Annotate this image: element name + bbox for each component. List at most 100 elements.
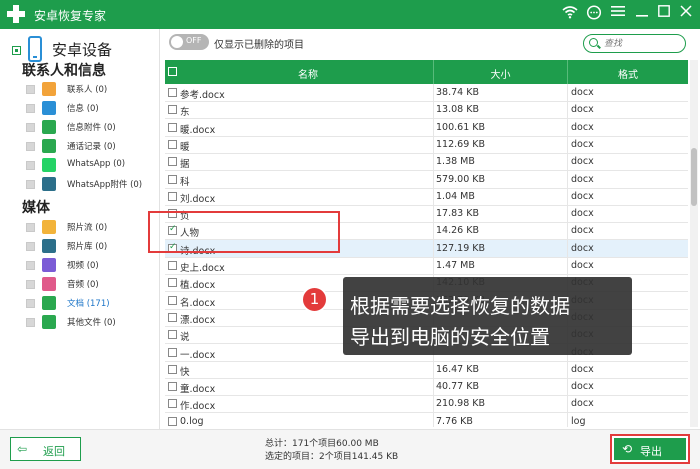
search-input[interactable] — [604, 37, 682, 50]
file-format: docx — [571, 208, 594, 220]
maximize-icon[interactable] — [655, 5, 673, 23]
table-row[interactable]: 东 13.08 KB docx — [165, 101, 688, 120]
row-checkbox[interactable] — [168, 261, 177, 270]
row-checkbox[interactable] — [168, 364, 177, 374]
callout-line-2: 导出到电脑的安全位置 — [350, 325, 550, 349]
app-logo-icon — [6, 4, 26, 24]
table-row[interactable]: 科 579.00 KB docx — [165, 170, 688, 189]
file-size: 1.47 MB — [436, 260, 475, 271]
column-divider — [433, 101, 434, 120]
file-name: 科 — [180, 176, 190, 188]
column-divider — [567, 395, 568, 414]
row-checkbox[interactable] — [168, 382, 177, 392]
row-checkbox[interactable] — [168, 330, 177, 340]
row-checkbox[interactable] — [168, 139, 177, 149]
sidebar-item-checkbox[interactable] — [26, 223, 35, 232]
select-all-checkbox[interactable] — [168, 67, 177, 76]
sidebar-item-checkbox[interactable] — [26, 261, 35, 270]
table-row[interactable]: 0.log 7.76 KB log — [165, 412, 688, 427]
table-row[interactable]: 快 16.47 KB docx — [165, 360, 688, 379]
table-row[interactable]: 暖 112.69 KB docx — [165, 135, 688, 154]
device-checkbox[interactable] — [12, 46, 21, 55]
sidebar-item[interactable]: WhatsApp (0) — [26, 157, 156, 175]
sidebar: 安卓设备 联系人和信息 联系人 (0) 信息 (0) 信息附件 (0) 通话记录 (0… — [0, 29, 160, 429]
sidebar-item-checkbox[interactable] — [26, 299, 35, 308]
menu-icon[interactable] — [609, 5, 627, 23]
sidebar-item[interactable]: 照片库 (0) — [26, 238, 156, 256]
table-row[interactable]: 参考.docx 38.74 KB docx — [165, 84, 688, 102]
row-checkbox[interactable] — [168, 105, 177, 115]
sidebar-item-checkbox[interactable] — [26, 123, 35, 132]
vertical-scrollbar[interactable] — [690, 60, 698, 427]
column-format[interactable]: 格式 — [568, 66, 688, 81]
row-checkbox[interactable] — [168, 157, 177, 167]
table-row[interactable]: 童.docx 40.77 KB docx — [165, 378, 688, 397]
scrollbar-thumb[interactable] — [691, 148, 697, 206]
file-format: docx — [571, 242, 594, 254]
column-name[interactable]: 名称 — [183, 66, 433, 81]
close-icon[interactable] — [677, 5, 695, 23]
sidebar-item[interactable]: 信息附件 (0) — [26, 119, 156, 137]
file-name: 刘.docx — [180, 193, 216, 205]
sidebar-item[interactable]: 照片流 (0) — [26, 219, 156, 237]
file-format: docx — [571, 156, 594, 168]
row-checkbox[interactable] — [168, 416, 177, 426]
file-size: 16.47 KB — [436, 363, 479, 375]
row-checkbox[interactable] — [168, 312, 177, 322]
row-checkbox[interactable] — [168, 295, 177, 305]
row-checkbox[interactable] — [168, 174, 177, 184]
table-row[interactable]: 据 1.38 MB docx — [165, 153, 688, 172]
sidebar-item[interactable]: 视频 (0) — [26, 257, 156, 275]
row-checkbox[interactable] — [168, 88, 177, 97]
sidebar-item[interactable]: 音频 (0) — [26, 276, 156, 294]
back-button[interactable]: ⇦ 返回 — [10, 437, 81, 461]
selected-summary: 选定的项目：2个项目141.45 KB — [265, 452, 399, 462]
column-divider — [567, 222, 568, 241]
sidebar-item-checkbox[interactable] — [26, 280, 35, 289]
file-table: 参考.docx 38.74 KB docx 东 13.08 KB docx 暖.docx 10… — [165, 84, 688, 427]
chat-icon[interactable] — [585, 5, 603, 23]
file-size: 40.77 KB — [436, 381, 479, 393]
sidebar-item-checkbox[interactable] — [26, 85, 35, 94]
minimize-icon[interactable] — [633, 5, 651, 23]
file-name: 暖 — [180, 141, 190, 153]
row-checkbox[interactable] — [168, 347, 177, 357]
sidebar-item-checkbox[interactable] — [26, 161, 35, 170]
table-row[interactable]: 史上.docx 1.47 MB docx — [165, 257, 688, 275]
section-title-contacts: 联系人和信息 — [22, 63, 106, 79]
table-row[interactable]: 刘.docx 1.04 MB docx — [165, 187, 688, 206]
search-icon — [589, 38, 598, 47]
export-button[interactable]: ⟲ 导出 — [610, 434, 690, 464]
sidebar-item[interactable]: 信息 (0) — [26, 100, 156, 118]
sidebar-item[interactable]: 其他文件 (0) — [26, 314, 156, 332]
sidebar-item-checkbox[interactable] — [26, 318, 35, 327]
column-size[interactable]: 大小 — [434, 66, 567, 81]
sidebar-item-checkbox[interactable] — [26, 242, 35, 251]
sidebar-item[interactable]: 联系人 (0) — [26, 81, 156, 99]
file-name: 史上.docx — [180, 263, 225, 274]
back-arrow-icon: ⇦ — [17, 442, 28, 456]
sidebar-item-checkbox[interactable] — [26, 180, 35, 189]
sidebar-item-checkbox[interactable] — [26, 104, 35, 113]
row-checkbox[interactable] — [168, 122, 177, 132]
sidebar-item-label: 照片库 (0) — [67, 242, 108, 252]
row-checkbox[interactable] — [168, 278, 177, 288]
table-row[interactable]: 作.docx 210.98 KB docx — [165, 395, 688, 414]
document-icon — [42, 296, 56, 310]
column-divider — [433, 187, 434, 206]
export-button-inner[interactable]: ⟲ 导出 — [614, 438, 686, 460]
file-size: 7.76 KB — [436, 415, 473, 427]
wifi-icon[interactable] — [561, 5, 579, 23]
sidebar-item[interactable]: WhatsApp附件 (0) — [26, 176, 156, 194]
file-name: 童.docx — [180, 384, 216, 396]
table-row[interactable]: 暖.docx 100.61 KB docx — [165, 118, 688, 137]
callout-line-1: 根据需要选择恢复的数据 — [350, 294, 570, 318]
show-deleted-toggle[interactable]: OFF — [169, 34, 209, 50]
search-box[interactable] — [583, 34, 686, 53]
sidebar-item[interactable]: 通话记录 (0) — [26, 138, 156, 156]
column-divider — [567, 412, 568, 427]
sidebar-item-checkbox[interactable] — [26, 142, 35, 151]
row-checkbox[interactable] — [168, 399, 177, 409]
row-checkbox[interactable] — [168, 191, 177, 201]
sidebar-item[interactable]: 文档 (171) — [26, 295, 156, 313]
